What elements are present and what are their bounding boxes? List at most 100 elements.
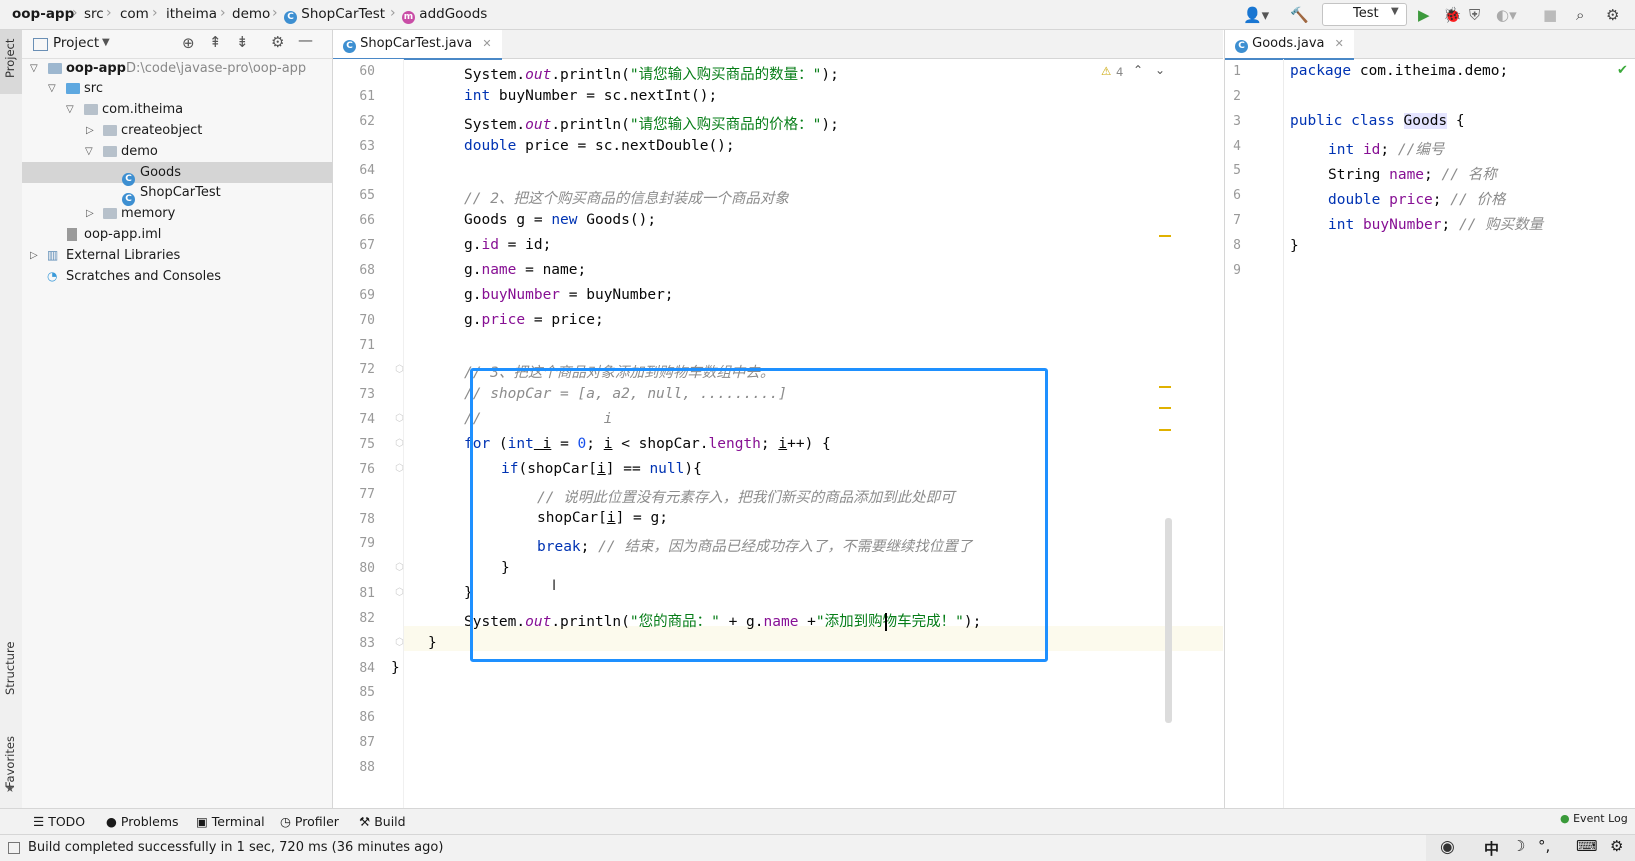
code-field: buyNumber <box>1362 217 1442 233</box>
favorites-tool-label[interactable]: Favorites <box>3 736 17 788</box>
goods-line-4: int id; //编号 <box>1328 138 1444 159</box>
keyboard-icon[interactable]: ⌨ <box>1576 837 1598 855</box>
line-number: 7 <box>1233 213 1241 228</box>
breadcrumb-project[interactable]: oop-app <box>12 6 74 22</box>
breadcrumb-separator: › <box>106 5 112 21</box>
close-icon[interactable]: ✕ <box>482 37 491 50</box>
warning-marker[interactable] <box>1159 386 1171 388</box>
line-number: 74 <box>359 412 375 427</box>
run-icon[interactable]: ▶ <box>1418 6 1430 24</box>
code-token: System. <box>464 117 526 133</box>
project-tool-label: Project <box>3 38 17 78</box>
code-comment: //编号 <box>1397 142 1445 158</box>
project-title[interactable]: Project <box>53 35 99 51</box>
hide-icon[interactable]: — <box>298 31 313 49</box>
debug-icon[interactable]: 🐞 <box>1443 6 1462 24</box>
breadcrumb-demo[interactable]: demo <box>232 6 270 22</box>
run-config-select[interactable]: Test ▼ <box>1322 3 1407 26</box>
line-number: 72 <box>359 362 375 377</box>
fold-icon[interactable]: ⬡ <box>395 562 404 573</box>
status-toggle-icon[interactable] <box>8 842 20 854</box>
code-field: buyNumber <box>481 287 561 303</box>
tree-item-goods[interactable]: C Goods <box>22 162 332 186</box>
code-line-69: g.buyNumber = buyNumber; <box>464 287 674 303</box>
tool-window-problems[interactable]: ● Problems <box>106 814 179 829</box>
tool-window-profiler[interactable]: ◷ Profiler <box>280 814 339 829</box>
code-token: out <box>525 117 552 133</box>
tab-shopcartest[interactable]: C ShopCarTest.java ✕ <box>333 30 502 60</box>
gear-icon[interactable]: ⚙ <box>1606 6 1619 24</box>
fold-icon[interactable]: ⬡ <box>395 413 404 424</box>
tree-item-com-itheima[interactable]: ▽ com.itheima <box>22 99 332 120</box>
right-editor[interactable]: C Goods.java ✕ 1 2 3 4 5 6 7 8 9 package… <box>1224 30 1635 808</box>
code-token: { <box>1447 113 1465 129</box>
tool-window-todo[interactable]: ☰ TODO <box>33 814 85 829</box>
main-editor[interactable]: C ShopCarTest.java ✕ 60 61 62 63 64 65 6… <box>333 30 1223 808</box>
tree-label: oop-app <box>66 61 126 76</box>
breadcrumb-addgoods[interactable]: m addGoods <box>402 6 487 24</box>
search-icon[interactable]: ⌕ <box>1576 6 1584 24</box>
warning-marker[interactable] <box>1159 235 1171 237</box>
code-keyword: public <box>1290 113 1343 129</box>
scrollbar-thumb[interactable] <box>1165 518 1172 723</box>
moon-icon[interactable]: ☽ <box>1512 837 1525 855</box>
editor-tabs: C ShopCarTest.java ✕ <box>333 30 1223 60</box>
tree-item-src[interactable]: ▽ src <box>22 78 332 99</box>
profile-icon[interactable]: ◐▾ <box>1496 6 1517 24</box>
line-number: 73 <box>359 387 375 402</box>
stop-icon[interactable]: ■ <box>1543 6 1557 24</box>
tab-goods[interactable]: C Goods.java ✕ <box>1225 30 1354 60</box>
chevron-down-icon[interactable]: ▼ <box>102 37 110 48</box>
chevron-up-icon[interactable]: ⌃ <box>1133 63 1143 77</box>
code-keyword: int <box>1328 217 1355 233</box>
hammer-icon[interactable]: 🔨 <box>1290 6 1309 24</box>
tree-item-memory[interactable]: ▷ memory <box>22 203 332 224</box>
tree-item-shopcartest[interactable]: C ShopCarTest <box>22 182 332 206</box>
warning-count[interactable]: 4 <box>1116 65 1123 79</box>
coverage-icon[interactable]: ⛨ <box>1469 6 1480 24</box>
code-token: = id; <box>498 237 552 253</box>
punctuation-icon[interactable]: °, <box>1538 837 1550 855</box>
gear-icon[interactable]: ⚙ <box>271 33 284 51</box>
breadcrumb-com[interactable]: com <box>120 6 149 22</box>
structure-tool-label[interactable]: Structure <box>3 642 17 696</box>
expand-all-icon[interactable]: ⇞ <box>209 33 222 51</box>
warning-icon[interactable]: ⚠ <box>1101 64 1111 78</box>
breadcrumb-itheima[interactable]: itheima <box>166 6 217 22</box>
breadcrumb-shopcartest[interactable]: C ShopCarTest <box>284 6 385 24</box>
tool-window-build[interactable]: ⚒ Build <box>359 814 406 829</box>
tree-item-oop-app[interactable]: ▽ oop-app D:\code\javase-pro\oop-app <box>22 58 332 79</box>
check-icon[interactable]: ✔ <box>1617 63 1628 78</box>
fold-icon[interactable]: ⬡ <box>395 438 404 449</box>
list-icon: ☰ <box>33 814 45 829</box>
gear-icon[interactable]: ⚙ <box>1610 837 1623 855</box>
tool-window-terminal[interactable]: ▣ Terminal <box>196 814 265 829</box>
tree-item-iml[interactable]: oop-app.iml <box>22 224 332 245</box>
locate-icon[interactable]: ⊕ <box>182 34 195 52</box>
warning-marker[interactable] <box>1159 429 1171 431</box>
ime-logo-icon[interactable]: ◉ <box>1440 837 1455 857</box>
breadcrumb-src[interactable]: src <box>84 6 104 22</box>
warning-marker[interactable] <box>1159 407 1171 409</box>
code-token: g. <box>464 312 482 328</box>
fold-icon[interactable]: ⬡ <box>395 463 404 474</box>
chevron-down-icon[interactable]: ⌄ <box>1155 63 1165 77</box>
fold-icon[interactable]: ⬡ <box>395 364 404 375</box>
tree-item-createobject[interactable]: ▷ createobject <box>22 120 332 141</box>
close-icon[interactable]: ✕ <box>1335 37 1344 50</box>
code-field: price <box>1389 192 1433 208</box>
ime-toolbar: ◉ 中 ☽ °, ⌨ ⚙ <box>1426 835 1635 861</box>
collapse-all-icon[interactable]: ⇟ <box>236 33 249 51</box>
tree-item-scratches[interactable]: ◔ Scratches and Consoles <box>22 266 332 287</box>
tab-label: ShopCarTest.java <box>360 36 473 51</box>
fold-icon[interactable]: ⬡ <box>395 637 404 648</box>
user-icon[interactable]: 👤▾ <box>1243 6 1269 24</box>
tool-window-event-log[interactable]: ● Event Log <box>1560 812 1628 825</box>
ime-language-toggle[interactable]: 中 <box>1484 838 1499 859</box>
mouse-cursor-icon: I <box>552 578 557 594</box>
tool-window-label: Terminal <box>211 814 265 829</box>
tree-item-demo[interactable]: ▽ demo <box>22 141 332 162</box>
fold-icon[interactable]: ⬡ <box>395 587 404 598</box>
tree-item-external-libraries[interactable]: ▷ ▥ External Libraries <box>22 245 332 266</box>
